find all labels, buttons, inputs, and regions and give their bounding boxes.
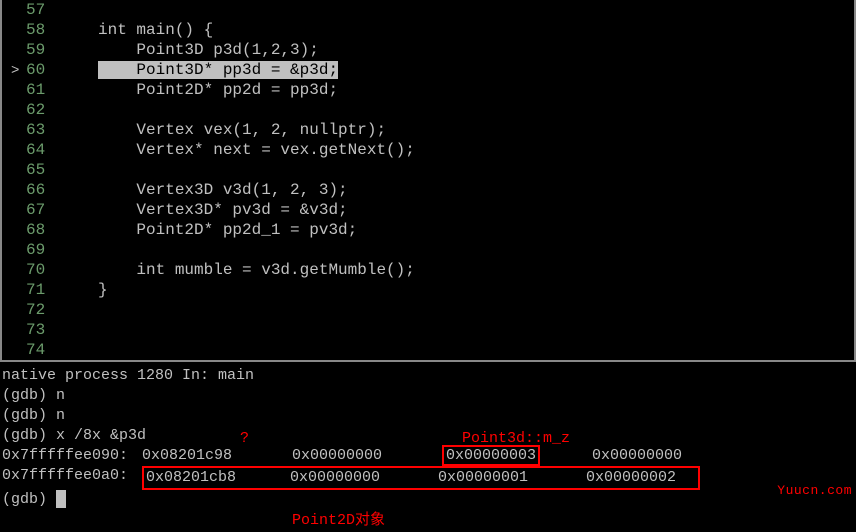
code-line[interactable]: 71}	[26, 280, 854, 300]
code-area[interactable]: 5758int main() {59 Point3D p3d(1,2,3);60…	[2, 0, 854, 360]
line-number: 63	[26, 120, 56, 140]
memory-row: 0x7fffffee090: 0x08201c98 0x00000000 0x0…	[2, 446, 854, 466]
code-line[interactable]: 67 Vertex3D* pv3d = &v3d;	[26, 200, 854, 220]
code-line[interactable]: 64 Vertex* next = vex.getNext();	[26, 140, 854, 160]
code-text: Point3D p3d(1,2,3);	[98, 40, 319, 60]
code-line[interactable]: 57	[26, 0, 854, 20]
gdb-terminal[interactable]: native process 1280 In: main (gdb) n (gd…	[0, 362, 856, 514]
mem-addr: 0x7fffffee090:	[2, 446, 142, 466]
code-text: Point2D* pp2d = pp3d;	[98, 80, 338, 100]
mem-val-group: 0x08201cb80x000000000x000000010x00000002	[142, 466, 742, 490]
line-number: 67	[26, 200, 56, 220]
current-line-arrow: >	[11, 63, 19, 79]
line-number: 62	[26, 100, 56, 120]
line-number: 66	[26, 180, 56, 200]
code-editor: > 5758int main() {59 Point3D p3d(1,2,3);…	[0, 0, 856, 362]
code-text: Vertex3D* pv3d = &v3d;	[98, 200, 348, 220]
code-text: int main() {	[98, 20, 213, 40]
mem-val: 0x00000003	[442, 446, 592, 466]
line-number: 65	[26, 160, 56, 180]
line-number: 61	[26, 80, 56, 100]
gdb-line: (gdb) x /8x &p3d	[2, 426, 854, 446]
code-text: Point3D* pp3d = &p3d;	[98, 60, 338, 80]
code-line[interactable]: 72	[26, 300, 854, 320]
code-line[interactable]: 62	[26, 100, 854, 120]
line-number: 69	[26, 240, 56, 260]
line-number: 59	[26, 40, 56, 60]
mem-addr: 0x7fffffee0a0:	[2, 466, 142, 490]
line-number: 64	[26, 140, 56, 160]
code-line[interactable]: 74	[26, 340, 854, 360]
code-line[interactable]: 73	[26, 320, 854, 340]
line-number: 73	[26, 320, 56, 340]
code-text: Vertex* next = vex.getNext();	[98, 140, 415, 160]
line-number: 71	[26, 280, 56, 300]
point2d-annotation: Point2D对象	[292, 508, 385, 529]
cursor-icon	[56, 490, 66, 508]
code-line[interactable]: 68 Point2D* pp2d_1 = pv3d;	[26, 220, 854, 240]
code-text: int mumble = v3d.getMumble();	[98, 260, 415, 280]
code-line[interactable]: 58 int main() {	[26, 20, 854, 40]
question-annotation: ?	[240, 430, 249, 447]
watermark: Yuucn.com	[777, 483, 852, 498]
line-number: 68	[26, 220, 56, 240]
gdb-line: (gdb) n	[2, 386, 854, 406]
code-text: Vertex vex(1, 2, nullptr);	[98, 120, 386, 140]
memory-row: 0x7fffffee0a0: 0x08201cb80x000000000x000…	[2, 466, 854, 490]
code-line[interactable]: 63 Vertex vex(1, 2, nullptr);	[26, 120, 854, 140]
line-number: 74	[26, 340, 56, 360]
code-line[interactable]: 60 Point3D* pp3d = &p3d;	[26, 60, 854, 80]
gdb-line: (gdb) n	[2, 406, 854, 426]
line-number: 72	[26, 300, 56, 320]
code-line[interactable]: 65	[26, 160, 854, 180]
code-line[interactable]: 61 Point2D* pp2d = pp3d;	[26, 80, 854, 100]
code-text: Point2D* pp2d_1 = pv3d;	[98, 220, 357, 240]
mem-val: 0x08201c98	[142, 446, 292, 466]
mz-box: 0x00000003	[442, 445, 540, 466]
code-line[interactable]: 69	[26, 240, 854, 260]
code-line[interactable]: 70 int mumble = v3d.getMumble();	[26, 260, 854, 280]
code-text: Vertex3D v3d(1, 2, 3);	[98, 180, 348, 200]
point2d-box: 0x08201cb80x000000000x000000010x00000002	[142, 466, 700, 490]
process-status: native process 1280 In: main	[2, 366, 854, 386]
mem-val: 0x00000000	[592, 446, 742, 466]
mz-annotation: Point3d::m_z	[462, 430, 570, 447]
line-number: 58	[26, 20, 56, 40]
line-number: 57	[26, 0, 56, 20]
mem-val: 0x00000000	[292, 446, 442, 466]
gdb-prompt[interactable]: (gdb)	[2, 490, 854, 510]
code-line[interactable]: 66 Vertex3D v3d(1, 2, 3);	[26, 180, 854, 200]
code-line[interactable]: 59 Point3D p3d(1,2,3);	[26, 40, 854, 60]
line-number: 60	[26, 60, 56, 80]
line-number: 70	[26, 260, 56, 280]
code-text: }	[98, 280, 108, 300]
